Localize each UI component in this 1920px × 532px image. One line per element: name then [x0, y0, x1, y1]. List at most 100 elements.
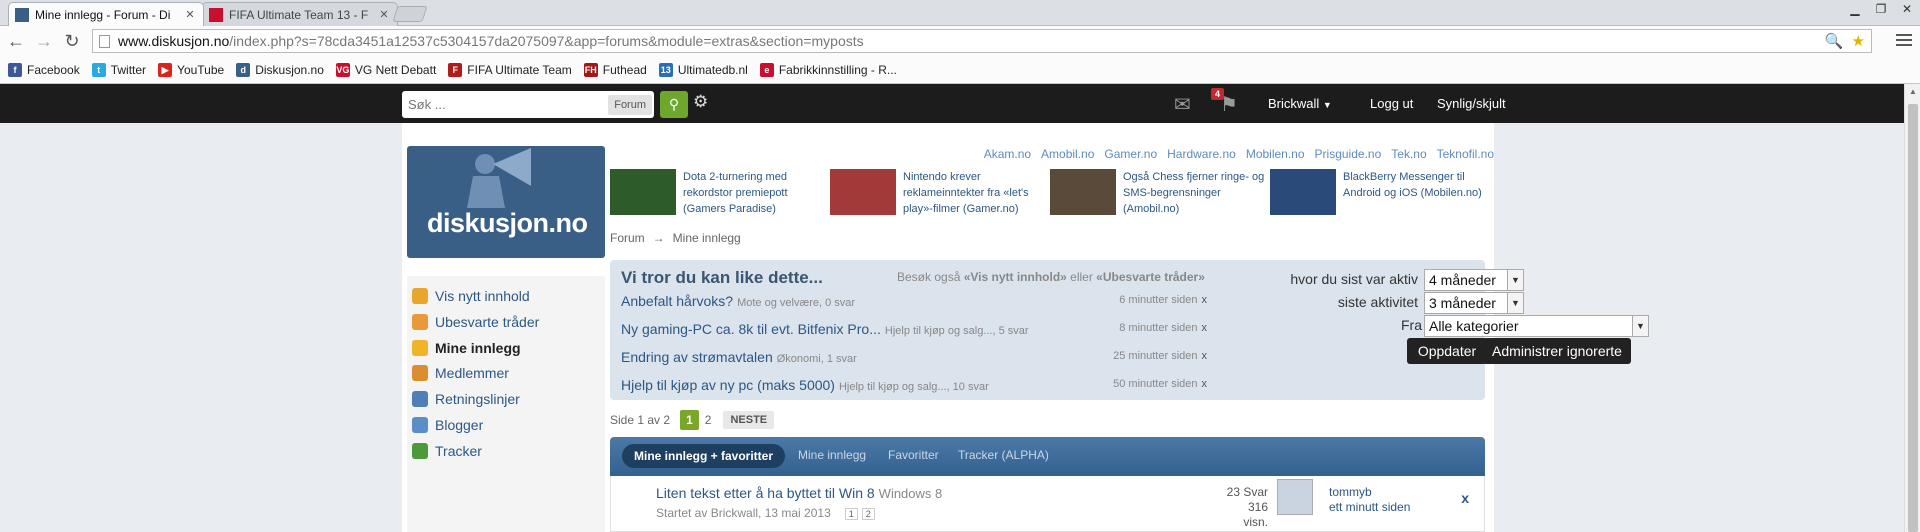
tab-my-posts[interactable]: Mine innlegg: [798, 448, 866, 462]
topic-title-link[interactable]: Liten tekst etter å ha byttet til Win 8: [656, 485, 875, 501]
news-item[interactable]: Også Chess fjerner ringe- og SMS-begrens…: [1050, 169, 1266, 217]
back-arrow-icon[interactable]: ←: [6, 31, 26, 51]
browser-tab-active[interactable]: Mine innlegg - Forum - Di ✕: [8, 2, 204, 26]
pager-prefix: Side: [610, 413, 635, 427]
network-site-link[interactable]: Prisguide.no: [1315, 147, 1382, 161]
address-bar[interactable]: www.diskusjon.no/index.php?s=78cda3451a1…: [92, 29, 1872, 53]
new-content-link[interactable]: «Vis nytt innhold»: [964, 270, 1067, 284]
network-site-link[interactable]: Teknofil.no: [1437, 147, 1494, 161]
news-text: Dota 2-turnering med rekordstor premiepo…: [683, 171, 788, 215]
site-logo[interactable]: diskusjon.no: [407, 146, 605, 258]
bookmark-facebook[interactable]: f Facebook: [8, 62, 80, 77]
bookmark-youtube[interactable]: ▶ YouTube: [158, 62, 224, 77]
tab-title: FIFA Ultimate Team 13 - F: [229, 7, 369, 22]
page-scrollbar[interactable]: ▲: [1904, 84, 1920, 532]
topic-page-link[interactable]: 1: [844, 508, 858, 520]
pager-current-page: 1: [680, 410, 699, 430]
news-thumbnail: [1270, 169, 1336, 215]
tab-tracker[interactable]: Tracker (ALPHA): [958, 448, 1049, 462]
bookmark-diskusjon[interactable]: d Diskusjon.no: [236, 62, 324, 77]
breadcrumb-arrow: →: [652, 231, 665, 245]
tab-my-posts-favorites[interactable]: Mine innlegg + favoritter: [622, 444, 786, 468]
chrome-menu-icon[interactable]: [1896, 31, 1912, 49]
visibility-toggle-link[interactable]: Synlig/skjult: [1437, 96, 1506, 111]
network-site-link[interactable]: Mobilen.no: [1246, 147, 1305, 161]
category-select[interactable]: Alle kategorier ▼: [1424, 315, 1649, 337]
remove-topic-button[interactable]: x: [1461, 490, 1469, 506]
sidebar-item-tracker[interactable]: Tracker: [407, 436, 605, 466]
network-site-link[interactable]: Gamer.no: [1104, 147, 1157, 161]
tab-favorites[interactable]: Favoritter: [888, 448, 939, 462]
dismiss-suggestion-button[interactable]: x: [1202, 322, 1208, 334]
close-tab-icon[interactable]: ✕: [183, 8, 197, 21]
bookmark-twitter[interactable]: t Twitter: [91, 62, 146, 77]
search-input[interactable]: [402, 92, 609, 117]
close-window-icon[interactable]: ✕: [1894, 0, 1920, 20]
network-site-link[interactable]: Amobil.no: [1041, 147, 1094, 161]
unanswered-link[interactable]: «Ubesvarte tråder»: [1096, 270, 1205, 284]
browser-tab[interactable]: FIFA Ultimate Team 13 - F ✕: [202, 2, 398, 26]
diskusjon-icon: d: [236, 62, 251, 77]
bookmark-label: VG Nett Debatt: [354, 62, 437, 77]
suggestion-title-link[interactable]: Anbefalt hårvoks?: [621, 293, 733, 309]
scroll-up-icon[interactable]: ▲: [1905, 84, 1920, 100]
suggestion-title-link[interactable]: Ny gaming-PC ca. 8k til evt. Bitfenix Pr…: [621, 321, 881, 337]
logout-link[interactable]: Logg ut: [1370, 96, 1413, 111]
last-activity-select[interactable]: 3 måneder ▼: [1424, 292, 1524, 314]
pager-next-button[interactable]: NESTE: [723, 411, 775, 429]
topic-page-link[interactable]: 2: [861, 508, 875, 520]
new-tab-button[interactable]: [392, 6, 428, 22]
search-scope[interactable]: Forum: [608, 94, 652, 115]
suggestion-title-link[interactable]: Endring av strømavtalen: [621, 349, 773, 365]
bookmark-star-icon[interactable]: ★: [1852, 32, 1865, 50]
bookmark-ultimatedb[interactable]: 13 Ultimatedb.nl: [658, 62, 748, 77]
search-settings-gear-icon[interactable]: ⚙: [693, 92, 708, 112]
notification-count-badge: 4: [1211, 88, 1225, 100]
breadcrumb-forum-link[interactable]: Forum: [610, 231, 645, 245]
last-post-user[interactable]: tommyb: [1329, 485, 1410, 500]
user-menu[interactable]: Brickwall ▼: [1268, 96, 1332, 111]
bookmark-fabrikk[interactable]: e Fabrikkinnstilling - R...: [759, 62, 897, 77]
network-site-link[interactable]: Tek.no: [1391, 147, 1426, 161]
pager-page-link[interactable]: 2: [705, 413, 712, 427]
restore-icon[interactable]: ❐: [1868, 0, 1894, 20]
minimize-icon[interactable]: ▁: [1842, 0, 1868, 20]
avatar[interactable]: [1277, 479, 1313, 515]
scrollbar-thumb[interactable]: [1908, 104, 1918, 532]
bookmark-fifa[interactable]: F FIFA Ultimate Team: [448, 62, 572, 77]
news-text: Nintendo krever reklameinntekter fra «le…: [903, 171, 1029, 215]
update-button[interactable]: Oppdater: [1407, 338, 1487, 364]
topic-stats: 23 Svar 316 visn.: [1220, 485, 1268, 530]
breadcrumb: Forum → Mine innlegg: [610, 231, 741, 245]
last-active-select[interactable]: 4 måneder ▼: [1424, 269, 1524, 291]
bookmarks-bar: f Facebook t Twitter ▶ YouTube d Diskusjon.no VG…: [0, 56, 1920, 84]
news-item[interactable]: Dota 2-turnering med rekordstor premiepo…: [610, 169, 826, 217]
manage-ignored-button[interactable]: Administrer ignorerte: [1483, 338, 1631, 364]
last-active-label: hvor du sist var aktiv: [1290, 271, 1418, 287]
search-button[interactable]: ⚲: [660, 91, 688, 118]
news-item[interactable]: BlackBerry Messenger til Android og iOS …: [1270, 169, 1486, 217]
reload-icon[interactable]: ↻: [62, 31, 82, 51]
suggestion-title-link[interactable]: Hjelp til kjøp av ny pc (maks 5000): [621, 377, 835, 393]
suggestion-meta: Økonomi, 1 svar: [776, 353, 857, 365]
last-activity-value: 3 måneder: [1429, 295, 1496, 311]
unanswered-icon: [412, 314, 428, 330]
bookmark-label: Facebook: [27, 62, 80, 77]
bookmark-label: Fabrikkinnstilling - R...: [778, 62, 897, 77]
network-site-link[interactable]: Akam.no: [984, 147, 1031, 161]
sidebar-item-label: Blogger: [435, 417, 484, 433]
messages-envelope-icon[interactable]: ✉: [1174, 92, 1191, 117]
dismiss-suggestion-button[interactable]: x: [1202, 294, 1208, 306]
youtube-icon: ▶: [158, 62, 173, 77]
dismiss-suggestion-button[interactable]: x: [1202, 350, 1208, 362]
close-tab-icon[interactable]: ✕: [377, 8, 391, 21]
network-site-link[interactable]: Hardware.no: [1167, 147, 1236, 161]
twitter-icon: t: [91, 62, 106, 77]
bookmark-vg[interactable]: VG VG Nett Debatt: [335, 62, 437, 77]
dismiss-suggestion-button[interactable]: x: [1202, 378, 1208, 390]
zoom-icon[interactable]: 🔍: [1825, 32, 1844, 50]
bookmark-futhead[interactable]: FH Futhead: [583, 62, 647, 77]
forward-arrow-icon[interactable]: →: [34, 31, 54, 51]
news-item[interactable]: Nintendo krever reklameinntekter fra «le…: [830, 169, 1046, 217]
news-text: BlackBerry Messenger til Android og iOS …: [1343, 171, 1482, 199]
